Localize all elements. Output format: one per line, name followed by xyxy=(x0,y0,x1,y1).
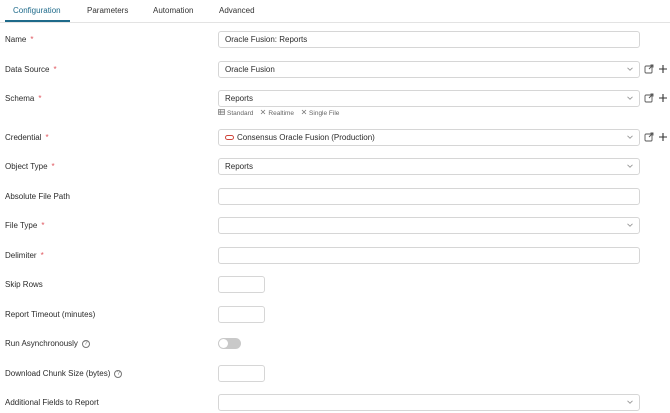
skip-rows-input[interactable] xyxy=(218,276,265,293)
help-icon[interactable]: ? xyxy=(81,339,90,348)
run-async-label-text: Run Asynchronously xyxy=(5,339,78,348)
skip-rows-label: Skip Rows xyxy=(5,280,43,289)
credential-label: Credential * xyxy=(5,133,49,142)
tab-parameters[interactable]: Parameters xyxy=(87,6,128,15)
credential-value: Consensus Oracle Fusion (Production) xyxy=(237,133,375,142)
object-type-select[interactable]: Reports xyxy=(218,158,640,175)
report-timeout-label-text: Report Timeout (minutes) xyxy=(5,310,96,319)
schema-tags: Standard Realtime Single File xyxy=(218,109,339,117)
delimiter-label: Delimiter * xyxy=(5,251,44,260)
report-timeout-label: Report Timeout (minutes) xyxy=(5,310,95,319)
schema-select[interactable]: Reports xyxy=(218,90,640,107)
schema-tag-label: Single File xyxy=(309,109,340,117)
name-label-text: Name xyxy=(5,35,27,44)
add-icon[interactable] xyxy=(658,64,668,74)
chevron-down-icon xyxy=(627,163,633,169)
schema-label-text: Schema xyxy=(5,94,35,103)
absolute-file-path-label-text: Absolute File Path xyxy=(5,192,70,201)
edit-external-icon[interactable] xyxy=(644,93,654,103)
x-icon xyxy=(301,109,307,117)
delimiter-input[interactable] xyxy=(218,247,640,264)
schema-tag-label: Realtime xyxy=(268,109,295,117)
run-async-label: Run Asynchronously ? xyxy=(5,339,90,348)
chevron-down-icon xyxy=(627,66,633,72)
required-marker: * xyxy=(53,65,57,74)
absolute-file-path-input[interactable] xyxy=(218,188,640,205)
schema-actions xyxy=(644,93,668,103)
schema-value: Reports xyxy=(225,94,254,103)
report-timeout-input[interactable] xyxy=(218,306,265,323)
tab-bar: Configuration Parameters Automation Adva… xyxy=(0,0,670,23)
name-value: Oracle Fusion: Reports xyxy=(225,35,308,44)
absolute-file-path-label: Absolute File Path xyxy=(5,192,70,201)
object-type-label-text: Object Type xyxy=(5,162,48,171)
file-type-label: File Type * xyxy=(5,221,44,230)
chevron-down-icon xyxy=(627,222,633,228)
add-icon[interactable] xyxy=(658,93,668,103)
chevron-down-icon xyxy=(627,134,633,140)
chevron-down-icon xyxy=(627,95,633,101)
credential-actions xyxy=(644,132,668,142)
chunk-size-input[interactable] xyxy=(218,365,265,382)
required-marker: * xyxy=(51,162,55,171)
chevron-down-icon xyxy=(627,399,633,405)
schema-tag-label: Standard xyxy=(227,109,254,117)
additional-fields-label: Additional Fields to Report xyxy=(5,398,99,407)
toggle-knob xyxy=(219,339,228,348)
credential-label-text: Credential xyxy=(5,133,42,142)
object-type-label: Object Type * xyxy=(5,162,55,171)
chunk-size-label: Download Chunk Size (bytes) ? xyxy=(5,369,123,378)
tab-automation[interactable]: Automation xyxy=(153,6,193,15)
add-icon[interactable] xyxy=(658,132,668,142)
delimiter-label-text: Delimiter xyxy=(5,251,37,260)
tab-configuration[interactable]: Configuration xyxy=(13,6,61,15)
help-icon[interactable]: ? xyxy=(114,369,123,378)
required-marker: * xyxy=(38,94,42,103)
required-marker: * xyxy=(40,251,44,260)
name-label: Name * xyxy=(5,35,33,44)
tab-advanced[interactable]: Advanced xyxy=(219,6,255,15)
file-type-select[interactable] xyxy=(218,217,640,234)
additional-fields-label-text: Additional Fields to Report xyxy=(5,398,99,407)
edit-external-icon[interactable] xyxy=(644,132,654,142)
schema-tag-single-file: Single File xyxy=(301,109,339,117)
object-type-value: Reports xyxy=(225,162,254,171)
data-source-select[interactable]: Oracle Fusion xyxy=(218,61,640,78)
name-input[interactable]: Oracle Fusion: Reports xyxy=(218,31,640,48)
skip-rows-label-text: Skip Rows xyxy=(5,280,43,289)
schema-tag-standard: Standard xyxy=(218,109,253,117)
edit-external-icon[interactable] xyxy=(644,64,654,74)
data-source-actions xyxy=(644,64,668,74)
chunk-size-label-text: Download Chunk Size (bytes) xyxy=(5,369,111,378)
data-source-label-text: Data Source xyxy=(5,65,50,74)
table-icon xyxy=(218,109,225,117)
additional-fields-select[interactable] xyxy=(218,394,640,411)
schema-label: Schema * xyxy=(5,94,41,103)
required-marker: * xyxy=(41,221,45,230)
required-marker: * xyxy=(30,35,34,44)
file-type-label-text: File Type xyxy=(5,221,38,230)
run-async-toggle[interactable] xyxy=(218,338,241,349)
x-icon xyxy=(260,109,266,117)
credential-select[interactable]: Consensus Oracle Fusion (Production) xyxy=(218,129,640,146)
data-source-value: Oracle Fusion xyxy=(225,65,275,74)
oracle-icon xyxy=(225,135,234,140)
required-marker: * xyxy=(45,133,49,142)
active-tab-indicator xyxy=(5,20,70,22)
schema-tag-realtime: Realtime xyxy=(260,109,294,117)
data-source-label: Data Source * xyxy=(5,65,57,74)
